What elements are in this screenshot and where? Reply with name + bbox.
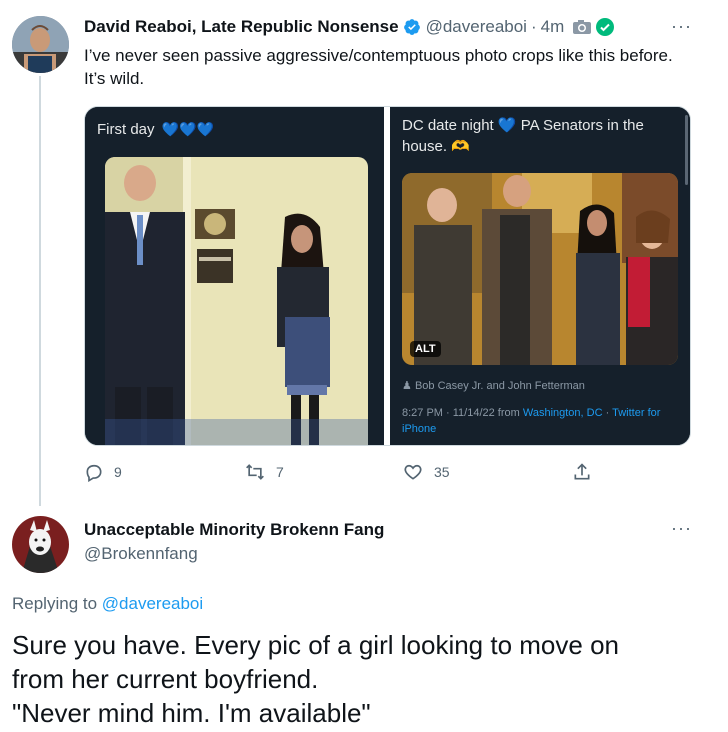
retweet-count: 7: [276, 464, 284, 480]
right-caption: DC date night 💙 PA Senators in the house…: [402, 117, 644, 155]
quote-meta-time: 8:27 PM · 11/14/22 from: [402, 407, 523, 419]
thread-connector-line: [39, 76, 41, 506]
media-right-panel[interactable]: DC date night 💙 PA Senators in the house…: [390, 107, 690, 445]
replying-to: Replying to @davereaboi: [12, 594, 203, 614]
author-handle[interactable]: @Brokennfang: [84, 544, 198, 564]
tagged-people: ♟ Bob Casey Jr. and John Fetterman: [402, 379, 585, 392]
location-link[interactable]: Washington, DC: [523, 407, 603, 419]
more-options-icon[interactable]: ···: [671, 16, 692, 37]
share-icon: [574, 463, 590, 480]
heart-icon: [404, 464, 422, 480]
photo-dc-date-night[interactable]: ALT: [402, 173, 678, 365]
quote-meta-separator: ·: [602, 407, 613, 419]
alt-text-badge[interactable]: ALT: [410, 341, 441, 357]
reply-icon: [86, 464, 102, 482]
tweet-timestamp[interactable]: 4m: [541, 17, 565, 37]
left-caption: First day 💙💙💙: [97, 121, 214, 138]
reply-text: Sure you have. Every pic of a girl looki…: [12, 628, 712, 730]
retweet-icon: [246, 464, 264, 480]
camera-icon: [572, 18, 592, 36]
author-name[interactable]: Unacceptable Minority Brokenn Fang: [84, 520, 384, 540]
reply-text-line: from her current boyfriend.: [12, 664, 319, 694]
tweet-actions: 9 7 35: [84, 462, 594, 486]
reply-button[interactable]: 9: [84, 462, 122, 482]
separator-dot: ·: [530, 17, 537, 36]
replying-to-prefix: Replying to: [12, 594, 102, 613]
like-button[interactable]: 35: [402, 462, 450, 482]
left-caption-text: First day: [97, 121, 155, 138]
retweet-button[interactable]: 7: [244, 462, 284, 482]
reply-count: 9: [114, 464, 122, 480]
author-handle[interactable]: @davereaboi: [426, 17, 527, 37]
author-name[interactable]: David Reaboi, Late Republic Nonsense: [84, 17, 399, 37]
more-options-icon[interactable]: ···: [671, 518, 692, 539]
tagged-people-text: Bob Casey Jr. and John Fetterman: [414, 380, 585, 392]
reply-text-line: Sure you have. Every pic of a girl looki…: [12, 630, 619, 660]
tweet-text: I’ve never seen passive aggressive/conte…: [84, 46, 673, 88]
media-left-panel[interactable]: First day 💙💙💙: [85, 107, 384, 445]
verified-badge-icon: [403, 18, 421, 36]
check-circle-icon: [595, 17, 615, 37]
tweet-media[interactable]: First day 💙💙💙 DC date night 💙 PA Senator…: [84, 106, 691, 446]
avatar[interactable]: [12, 16, 69, 73]
scrollbar[interactable]: [685, 115, 688, 185]
avatar[interactable]: [12, 516, 69, 573]
like-count: 35: [434, 464, 450, 480]
person-icon: ♟: [402, 380, 412, 392]
photo-first-day[interactable]: [105, 157, 368, 445]
quote-meta: 8:27 PM · 11/14/22 from Washington, DC ·…: [402, 405, 687, 437]
blue-hearts-icon: 💙💙💙: [161, 121, 214, 137]
reply-text-line: "Never mind him. I'm available": [12, 698, 371, 728]
tweet-header: David Reaboi, Late Republic Nonsense @da…: [84, 17, 615, 37]
share-button[interactable]: [572, 462, 592, 482]
replying-to-handle[interactable]: @davereaboi: [102, 594, 203, 613]
